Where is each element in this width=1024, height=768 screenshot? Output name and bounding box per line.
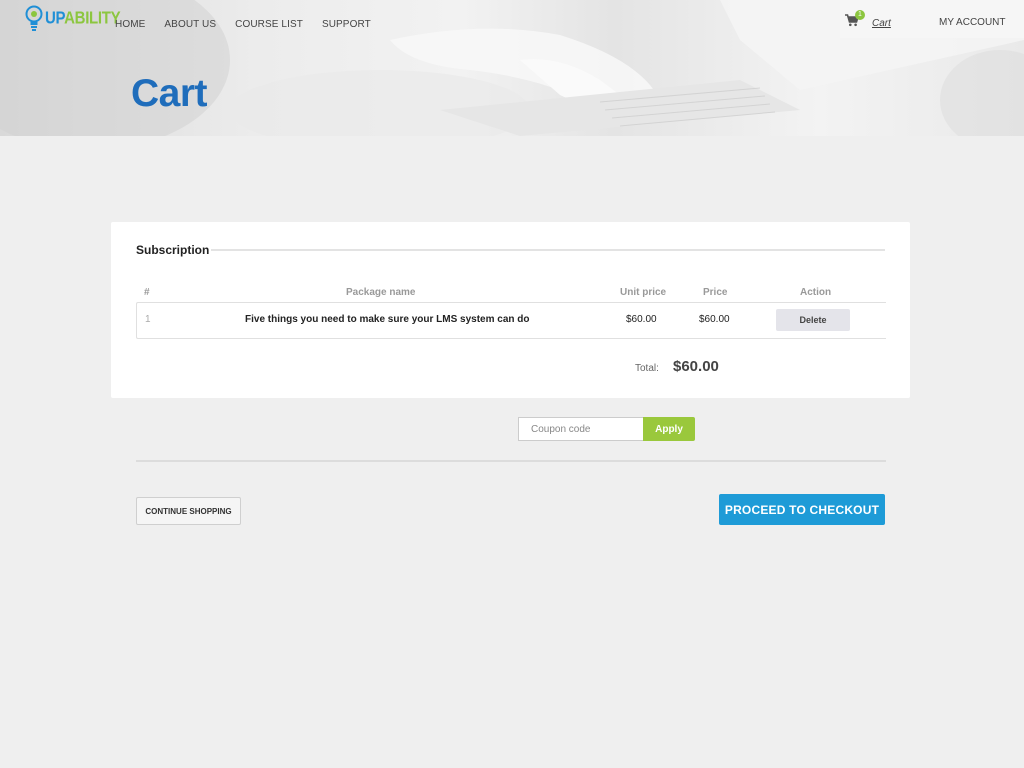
cart-count-badge: 1 <box>855 10 865 20</box>
nav-home[interactable]: HOME <box>115 19 145 30</box>
apply-coupon-button[interactable]: Apply <box>643 417 695 441</box>
cart-link[interactable]: 1 Cart <box>845 10 891 29</box>
page-title: Cart <box>131 72 208 115</box>
column-header-package-name: Package name <box>346 287 416 298</box>
brand-logo[interactable]: UPABILITY <box>25 4 121 32</box>
logo-wordmark: UPABILITY <box>45 8 121 28</box>
actions-divider <box>136 460 886 462</box>
cart-label[interactable]: Cart <box>872 18 891 29</box>
shopping-cart-icon: 1 <box>845 10 865 27</box>
my-account-link[interactable]: MY ACCOUNT <box>939 17 1006 28</box>
row-number: 1 <box>145 314 151 325</box>
column-header-unit-price: Unit price <box>620 287 667 298</box>
nav-support[interactable]: SUPPORT <box>322 19 371 30</box>
total-label: Total: <box>635 363 659 374</box>
delete-button[interactable]: Delete <box>776 309 850 331</box>
nav-course-list[interactable]: COURSE LIST <box>235 19 303 30</box>
section-title: Subscription <box>136 243 210 257</box>
hero-banner: UPABILITY HOME ABOUT US COURSE LIST SUPP… <box>0 0 1024 136</box>
total-value: $60.00 <box>673 358 719 375</box>
lightbulb-icon <box>25 5 43 31</box>
row-unit-price: $60.00 <box>626 314 657 325</box>
column-header-action: Action <box>800 287 832 298</box>
coupon-code-input[interactable] <box>518 417 643 441</box>
column-header-number: # <box>144 287 150 298</box>
nav-about-us[interactable]: ABOUT US <box>164 19 216 30</box>
cart-card: Subscription # Package name Unit price P… <box>111 222 910 398</box>
section-divider <box>211 249 885 251</box>
row-package-name: Five things you need to make sure your L… <box>245 314 530 325</box>
row-price: $60.00 <box>699 314 730 325</box>
continue-shopping-button[interactable]: CONTINUE SHOPPING <box>136 497 241 525</box>
proceed-to-checkout-button[interactable]: PROCEED TO CHECKOUT <box>719 494 885 525</box>
main-nav: HOME ABOUT US COURSE LIST SUPPORT <box>115 19 390 30</box>
column-header-price: Price <box>703 287 728 298</box>
